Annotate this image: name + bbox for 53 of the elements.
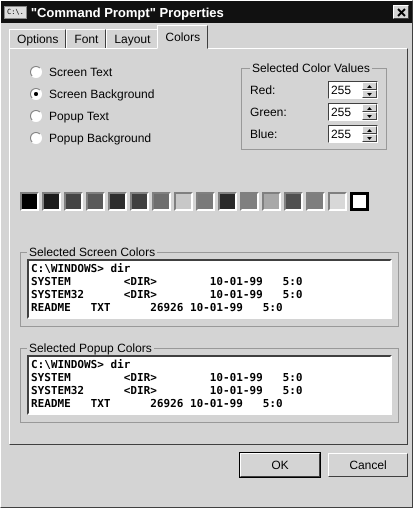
color-swatch[interactable] <box>218 192 237 211</box>
spin-arrows-icon[interactable] <box>362 126 377 142</box>
color-swatch[interactable] <box>328 192 347 211</box>
radio-option[interactable]: Popup Background <box>30 131 154 145</box>
color-swatch[interactable] <box>130 192 149 211</box>
color-swatch[interactable] <box>86 192 105 211</box>
color-swatch[interactable] <box>108 192 127 211</box>
color-swatch[interactable] <box>64 192 83 211</box>
spin-field[interactable]: 255 <box>328 103 378 121</box>
radio-button[interactable] <box>30 66 42 78</box>
console-line: C:\WINDOWS> dir <box>31 358 132 371</box>
radio-button[interactable] <box>30 110 42 122</box>
group-title: Selected Color Values <box>251 61 371 75</box>
dialog-button[interactable]: OK <box>240 453 320 477</box>
color-swatch[interactable] <box>152 192 171 211</box>
field-label: Green: <box>250 105 287 119</box>
color-swatch[interactable] <box>20 192 39 211</box>
tab[interactable]: Font <box>66 29 106 49</box>
radio-option[interactable]: Popup Text <box>30 109 154 123</box>
close-button[interactable] <box>393 5 409 19</box>
color-swatch[interactable] <box>42 192 61 211</box>
field-label: Blue: <box>250 127 278 141</box>
color-swatch[interactable] <box>174 192 193 211</box>
spin-arrows-icon[interactable] <box>362 82 377 98</box>
color-swatch[interactable] <box>240 192 259 211</box>
color-swatch[interactable] <box>306 192 325 211</box>
console-line: C:\WINDOWS> dir <box>31 262 132 275</box>
console-line: README TXT 26926 10-01-99 5:0 <box>31 397 284 410</box>
group-title: Selected Popup Colors <box>28 341 153 355</box>
color-swatch[interactable] <box>284 192 303 211</box>
console-line: SYSTEM32 <DIR> 10-01-99 5:0 <box>31 384 304 397</box>
spin-field[interactable]: 255 <box>328 125 378 143</box>
radio-option[interactable]: Screen Text <box>30 65 154 79</box>
color-swatch[interactable] <box>196 192 215 211</box>
group-title: Selected Screen Colors <box>28 245 156 259</box>
console-line: SYSTEM <DIR> 10-01-99 5:0 <box>31 275 304 288</box>
console-line: SYSTEM32 <DIR> 10-01-99 5:0 <box>31 288 304 301</box>
color-swatch[interactable] <box>262 192 281 211</box>
color-swatch[interactable] <box>350 192 369 211</box>
close-icon <box>396 8 406 16</box>
spin-field[interactable]: 255 <box>328 81 378 99</box>
window-title: "Command Prompt" Properties <box>30 4 225 20</box>
tab[interactable]: Options <box>9 29 66 49</box>
tab[interactable]: Layout <box>106 29 158 49</box>
radio-button[interactable] <box>30 132 42 144</box>
radio-option[interactable]: Screen Background <box>30 87 154 101</box>
tab[interactable]: Colors <box>157 25 208 49</box>
field-label: Red: <box>250 83 276 97</box>
console-line: SYSTEM <DIR> 10-01-99 5:0 <box>31 371 304 384</box>
radio-button[interactable] <box>30 88 42 100</box>
console-line: README TXT 26926 10-01-99 5:0 <box>31 301 284 314</box>
dialog-button[interactable]: Cancel <box>328 453 408 477</box>
spin-arrows-icon[interactable] <box>362 104 377 120</box>
